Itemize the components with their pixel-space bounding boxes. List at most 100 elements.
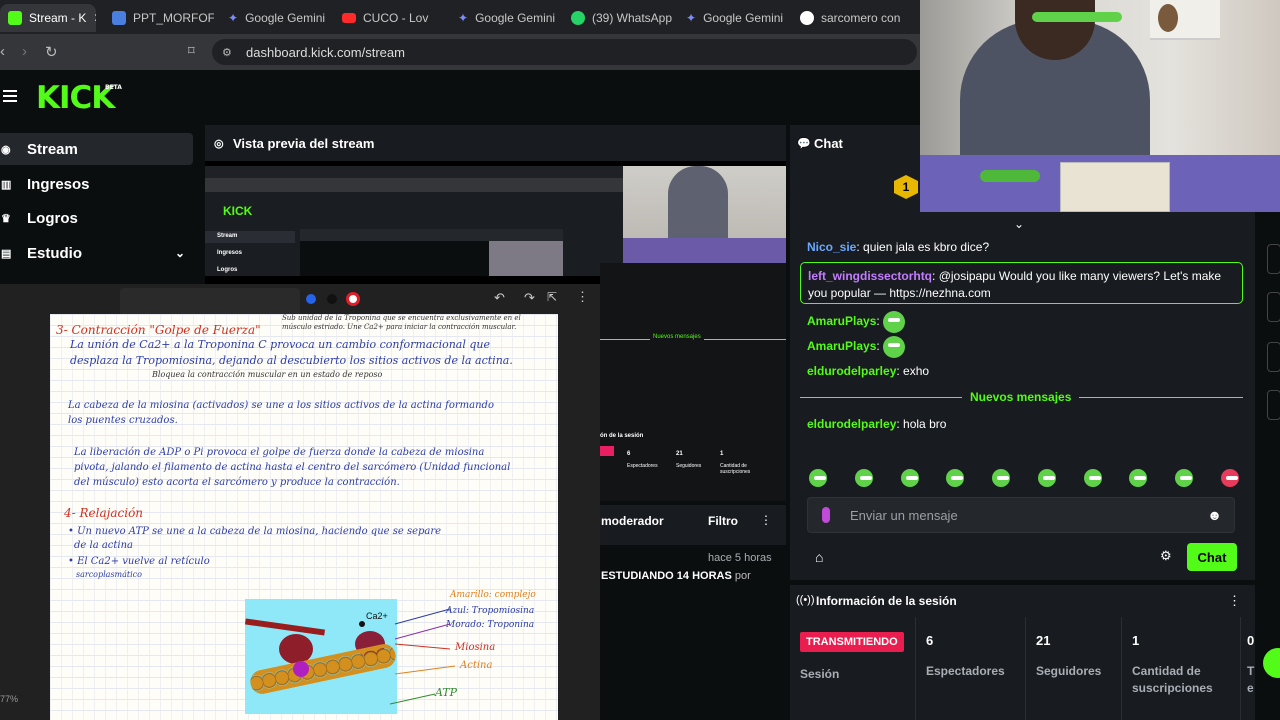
- emote-bar: [809, 469, 1239, 487]
- emote-icon[interactable]: [1037, 469, 1056, 487]
- mini-live-badge: [600, 446, 614, 456]
- mini-nav-stream: Stream: [217, 233, 238, 239]
- address-bar[interactable]: ⚙ dashboard.kick.com/stream: [212, 39, 917, 65]
- send-chat-button[interactable]: Chat: [1187, 543, 1237, 571]
- filter-button[interactable]: Filtro: [708, 514, 738, 528]
- chart-icon: ▥: [1, 178, 12, 191]
- sidebar-item-ingresos[interactable]: ▥ Ingresos: [0, 168, 193, 200]
- tab-google-search[interactable]: sarcomero con: [792, 4, 902, 32]
- highlighted-message: left_wingdissectorhtq: @josipapu Would y…: [800, 262, 1243, 304]
- microphone-icon[interactable]: [822, 507, 830, 523]
- session-title: Información de la sesión: [816, 594, 957, 608]
- chat-username[interactable]: Nico_sie: [807, 240, 856, 254]
- tab-whatsapp[interactable]: (39) WhatsApp: [563, 4, 673, 32]
- tab-stream[interactable]: Stream - K ✕: [0, 4, 96, 32]
- forward-icon[interactable]: ›: [22, 43, 27, 60]
- moderator-title: moderador: [601, 514, 664, 528]
- emote-icon[interactable]: [1129, 469, 1148, 487]
- chat-text: hola bro: [903, 417, 947, 431]
- more-icon[interactable]: ⋮: [760, 513, 772, 527]
- side-button[interactable]: [1267, 390, 1280, 420]
- chat-input[interactable]: Enviar un mensaje ☻: [807, 497, 1235, 533]
- store-icon[interactable]: ⌂: [815, 549, 823, 565]
- tab-ppt[interactable]: PPT_MORFOFIS: [104, 4, 214, 32]
- chat-message: AmaruPlays:: [807, 336, 906, 358]
- gemini-favicon-icon: ✦: [228, 11, 239, 25]
- new-messages-label: Nuevos mensajes: [962, 390, 1080, 404]
- side-button[interactable]: [1267, 342, 1280, 372]
- menu-icon[interactable]: [3, 90, 17, 102]
- share-icon[interactable]: ⇱: [547, 290, 557, 304]
- emote-icon[interactable]: [946, 469, 965, 487]
- pen-tray[interactable]: [120, 288, 300, 316]
- black-color-swatch[interactable]: [327, 294, 337, 304]
- tab-gemini-2[interactable]: ✦ Google Gemini: [450, 4, 558, 32]
- side-button[interactable]: [1267, 244, 1280, 274]
- tab-gemini-3[interactable]: ✦ Google Gemini: [678, 4, 788, 32]
- live-status-badge: TRANSMITIENDO: [800, 632, 904, 652]
- tab-label: Google Gemini: [475, 11, 556, 25]
- more-icon[interactable]: ⋮: [1228, 593, 1241, 609]
- site-settings-icon[interactable]: ⚙: [222, 46, 232, 59]
- chat-text: quien jala es kbro dice?: [863, 240, 990, 254]
- emoji-icon[interactable]: ☻: [1207, 507, 1222, 523]
- chat-username[interactable]: eldurodelparley: [807, 364, 896, 378]
- preview-icon: ◎: [214, 137, 224, 150]
- emote-icon[interactable]: [900, 469, 919, 487]
- emote-icon[interactable]: [854, 469, 873, 487]
- preview-mini-dashboard: KICK Stream Ingresos Logros: [205, 166, 623, 276]
- more-icon[interactable]: ⋮: [576, 289, 589, 305]
- close-icon[interactable]: ✕: [93, 11, 96, 25]
- sidebar-item-estudio[interactable]: ▤ Estudio ⌄: [0, 237, 193, 269]
- undo-icon[interactable]: ↶: [494, 290, 505, 306]
- emote-icon[interactable]: [1175, 469, 1194, 487]
- tab-gemini[interactable]: ✦ Google Gemini: [220, 4, 328, 32]
- stat-value: 0: [1247, 633, 1255, 648]
- preview-webcam: [623, 166, 786, 263]
- back-icon[interactable]: ‹: [0, 43, 5, 60]
- gear-icon[interactable]: ⚙: [1160, 548, 1172, 564]
- reload-icon[interactable]: ↻: [45, 43, 58, 61]
- emote-icon[interactable]: [809, 469, 827, 487]
- tab-youtube[interactable]: CUCO - Lov: [334, 4, 444, 32]
- tab-label: (39) WhatsApp: [592, 11, 673, 25]
- note-line: La cabeza de la miosina (activados) se u…: [68, 400, 494, 411]
- chat-username[interactable]: left_wingdissectorhtq: [808, 269, 932, 283]
- note-line: • El Ca2+ vuelve al retículo: [68, 556, 210, 567]
- side-button[interactable]: [1267, 292, 1280, 322]
- preview-title: Vista previa del stream: [233, 135, 375, 151]
- mini-stat-num: 1: [720, 451, 724, 457]
- record-icon[interactable]: [346, 292, 360, 306]
- emote-icon[interactable]: [992, 469, 1011, 487]
- beta-tag: BETA: [105, 84, 122, 91]
- chat-username[interactable]: AmaruPlays: [807, 339, 876, 353]
- blue-color-swatch[interactable]: [306, 294, 316, 304]
- chevron-down-icon[interactable]: ⌄: [175, 246, 185, 260]
- note-line: del músculo) esto acorta el sarcómero y …: [74, 477, 400, 488]
- chevron-down-icon[interactable]: ⌄: [1014, 217, 1024, 231]
- note-heading: 3- Contracción "Golpe de Fuerza": [56, 323, 261, 337]
- help-fab-icon[interactable]: [1263, 648, 1280, 678]
- emote-icon[interactable]: [1083, 469, 1102, 487]
- pinned-badge[interactable]: 1: [894, 175, 918, 199]
- bookmark-icon[interactable]: ⌑: [188, 43, 195, 59]
- sidebar-item-label: Estudio: [27, 244, 82, 262]
- sidebar-item-stream[interactable]: ◉ Stream: [0, 133, 193, 165]
- tab-label: Google Gemini: [703, 11, 784, 25]
- note-page[interactable]: 3- Contracción "Golpe de Fuerza" Sub uni…: [50, 314, 558, 720]
- tab-label: Google Gemini: [245, 11, 326, 25]
- sidebar-item-logros[interactable]: ♛ Logros: [0, 202, 193, 234]
- kick-logo[interactable]: KICK BETA: [36, 80, 122, 116]
- mini-logo: KICK: [223, 204, 253, 218]
- note-line: La unión de Ca2+ a la Troponina C provoc…: [70, 338, 491, 351]
- mini-session-title: ón de la sesión: [600, 433, 644, 439]
- actin-filament: [248, 641, 398, 697]
- stat-label: Cantidad de suscripciones: [1132, 664, 1213, 695]
- emote-icon[interactable]: [1220, 469, 1239, 487]
- diagram-label: Actina: [460, 660, 493, 671]
- session-label: Sesión: [800, 667, 840, 681]
- troponin: [293, 661, 309, 677]
- chat-username[interactable]: AmaruPlays: [807, 314, 876, 328]
- chat-username[interactable]: eldurodelparley: [807, 417, 896, 431]
- redo-icon[interactable]: ↷: [524, 290, 535, 306]
